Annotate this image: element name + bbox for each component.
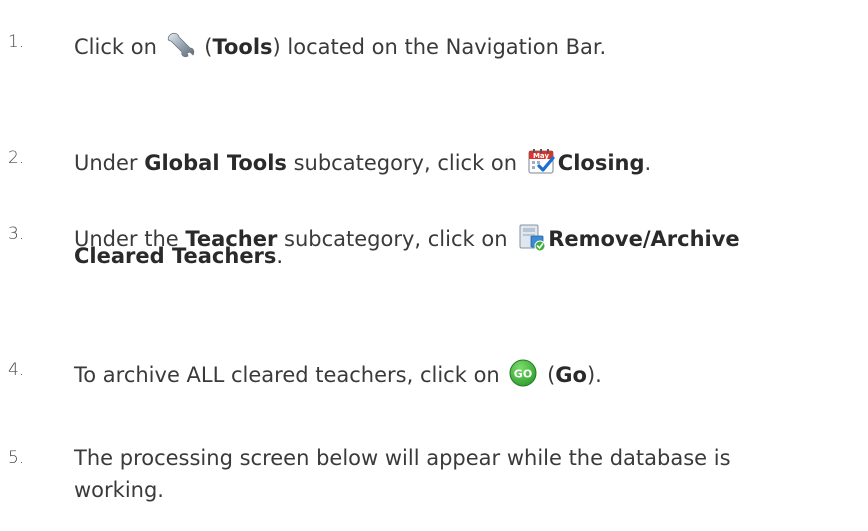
svg-text:May: May [533,152,549,160]
paren-open: ( [540,363,556,387]
global-tools-label: Global Tools [144,151,287,175]
step-text-pre: Under [74,151,145,175]
step-text-post: . [644,151,652,175]
tools-label: Tools [212,35,273,59]
wrench-tools-icon [166,30,196,60]
step-text-pre: Click on [74,35,164,59]
remove-archive-icon [516,222,546,252]
paren-open: ( [197,35,213,59]
step-text: The processing screen below will appear … [74,446,731,470]
step-text-post: ) located on the Navigation Bar. [272,35,607,59]
step-text: Click on (Tools) located on the Navigati… [74,30,868,60]
step-text-line2: working. [74,478,164,502]
step-number: 1. [8,32,25,52]
step-text-post: ). [586,363,602,387]
closing-label: Closing [557,151,645,175]
step-text-post: . [276,244,284,268]
go-icon-text: GO [514,368,532,381]
step-text-mid: subcategory, click on [286,151,524,175]
step-number: 2. [8,148,25,168]
step-number: 5. [8,448,25,468]
step-text-line2: Cleared Teachers. [74,244,283,268]
step-number: 4. [8,360,25,380]
step-text: To archive ALL cleared teachers, click o… [74,358,868,388]
remove-archive-label: Remove/Archive [548,227,740,251]
step-text: Under Global Tools subcategory, click on… [74,146,868,176]
step-number: 3. [8,224,25,244]
cleared-teachers-label: Cleared Teachers [74,244,277,268]
calendar-may-closing-icon: May [526,146,556,176]
step-text-pre: To archive ALL cleared teachers, click o… [74,363,507,387]
step-text-mid: subcategory, click on [277,227,515,251]
go-label: Go [555,363,587,387]
go-button-icon: GO [508,358,538,388]
